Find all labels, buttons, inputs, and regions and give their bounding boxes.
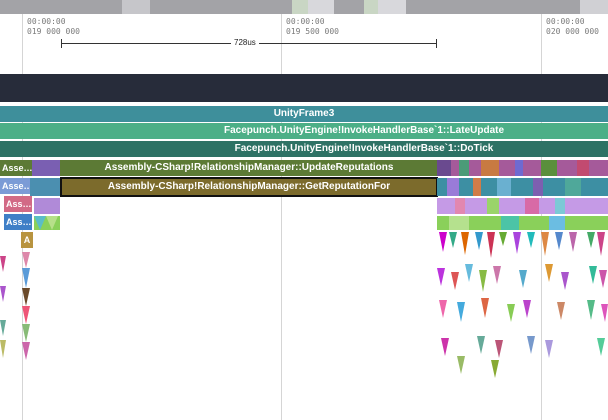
- get-reputation-for-bar-selected[interactable]: Assembly-CSharp!RelationshipManager::Get…: [60, 177, 438, 197]
- call-spikes: [437, 232, 608, 378]
- thread-header[interactable]: [0, 74, 608, 102]
- overview-segment: [308, 0, 334, 14]
- unity-frame-bar[interactable]: UnityFrame3: [0, 106, 608, 122]
- overview-segment: [378, 0, 406, 14]
- measurement-label: 728us: [231, 38, 259, 48]
- overview-segment: [364, 0, 378, 14]
- tick-time-label: 00:00:00: [286, 17, 325, 26]
- update-reputations-bar[interactable]: Assembly-CSharp!RelationshipManager::Upd…: [60, 160, 438, 176]
- do-tick-bar[interactable]: Facepunch.UnityEngine!InvokeHandlerBase`…: [0, 141, 608, 157]
- dense-call-region-left[interactable]: [0, 160, 64, 420]
- call-spikes: [0, 160, 60, 360]
- overview-segment: [580, 0, 608, 14]
- overview-segment: [292, 0, 308, 14]
- dense-call-region-right[interactable]: [437, 160, 608, 420]
- measurement-start-cap: [61, 39, 62, 48]
- tick-frame-label: 019 500 000: [286, 27, 339, 36]
- tick-frame-label: 020 000 000: [546, 27, 599, 36]
- overview-segment: [122, 0, 150, 14]
- measurement-end-cap: [436, 39, 437, 48]
- call-slices: [437, 160, 608, 230]
- tick-time-label: 00:00:00: [27, 17, 66, 26]
- tick-time-label: 00:00:00: [546, 17, 585, 26]
- tick-frame-label: 019 000 000: [27, 27, 80, 36]
- overview-minimap[interactable]: [0, 0, 608, 14]
- late-update-bar[interactable]: Facepunch.UnityEngine!InvokeHandlerBase`…: [0, 123, 608, 139]
